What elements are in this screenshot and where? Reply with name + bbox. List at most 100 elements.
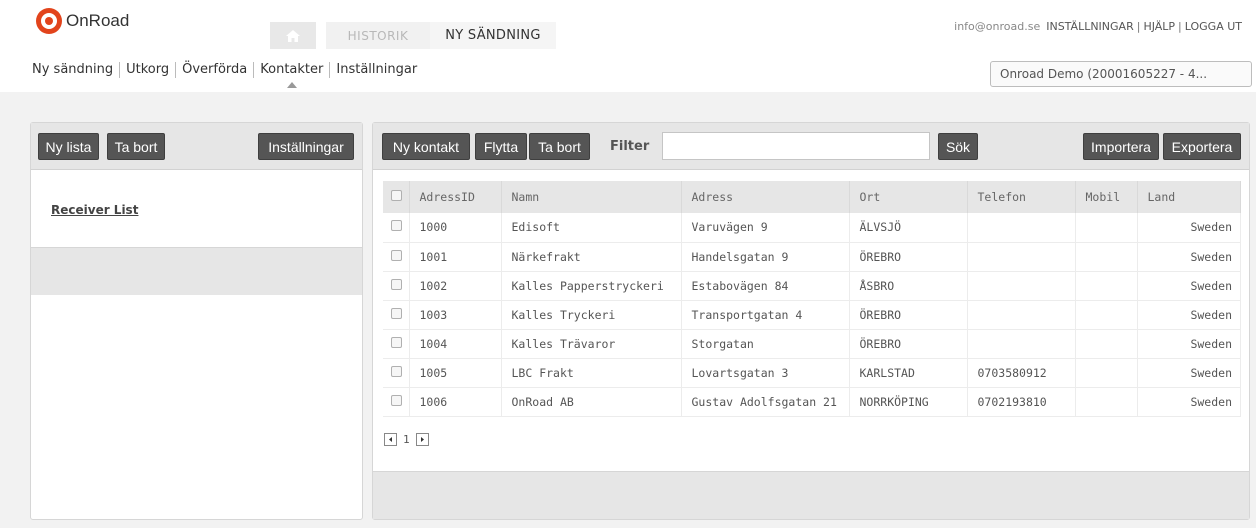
table-row[interactable]: 1004 Kalles Trävaror Storgatan ÖREBRO Sweden xyxy=(383,329,1241,358)
page-number: 1 xyxy=(403,433,410,446)
cell-telefon: 0703580912 xyxy=(967,358,1076,387)
cell-mobil xyxy=(1075,387,1138,416)
list-settings-button[interactable]: Inställningar xyxy=(258,133,354,160)
table-row[interactable]: 1003 Kalles Tryckeri Transportgatan 4 ÖREBR… xyxy=(383,300,1241,329)
col-namn[interactable]: Namn xyxy=(501,181,682,213)
contacts-table: AdressID Namn Adress Ort Telefon Mobil L… xyxy=(383,181,1241,417)
cell-adress: Estabovägen 84 xyxy=(681,271,850,300)
arrow-left-icon xyxy=(389,437,392,442)
cell-mobil xyxy=(1075,358,1138,387)
col-adressid[interactable]: AdressID xyxy=(409,181,502,213)
cell-land: Sweden xyxy=(1137,242,1241,271)
col-telefon[interactable]: Telefon xyxy=(967,181,1076,213)
cell-adressid: 1002 xyxy=(409,271,502,300)
onroad-logo-icon xyxy=(36,8,62,34)
col-mobil[interactable]: Mobil xyxy=(1075,181,1138,213)
row-checkbox[interactable] xyxy=(383,387,410,416)
next-page-button[interactable] xyxy=(415,433,429,446)
col-ort[interactable]: Ort xyxy=(849,181,968,213)
row-checkbox[interactable] xyxy=(383,242,410,271)
cell-land: Sweden xyxy=(1137,387,1241,416)
tab-ny-sandning[interactable]: NY SÄNDNING xyxy=(430,22,556,49)
cell-ort: NORRKÖPING xyxy=(849,387,968,416)
contacts-panel: Ny kontakt Flytta Ta bort Filter Sök Imp… xyxy=(372,122,1250,520)
row-checkbox[interactable] xyxy=(383,271,410,300)
table-row[interactable]: 1002 Kalles Papperstryckeri Estabovägen 84… xyxy=(383,271,1241,300)
table-header-row: AdressID Namn Adress Ort Telefon Mobil L… xyxy=(383,181,1241,213)
checkbox-icon xyxy=(391,249,402,261)
cell-mobil xyxy=(1075,300,1138,329)
lists-toolbar: Ny lista Ta bort Inställningar xyxy=(31,123,362,170)
table-row[interactable]: 1000 Edisoft Varuvägen 9 ÄLVSJÖ Sweden xyxy=(383,213,1241,242)
subnav-ny-sandning[interactable]: Ny sändning xyxy=(32,62,121,78)
cell-land: Sweden xyxy=(1137,271,1241,300)
onroad-logo[interactable]: OnRoad xyxy=(36,8,129,34)
select-all-checkbox[interactable] xyxy=(383,181,410,213)
row-checkbox[interactable] xyxy=(383,329,410,358)
subnav-overforda[interactable]: Överförda xyxy=(176,62,255,78)
prev-page-button[interactable] xyxy=(384,433,397,446)
cell-namn: Närkefrakt xyxy=(501,242,682,271)
cell-telefon xyxy=(967,329,1076,358)
header: OnRoad HISTORIK NY SÄNDNING info@onroad.… xyxy=(0,0,1256,92)
arrow-right-icon xyxy=(420,437,424,442)
cell-land: Sweden xyxy=(1137,213,1241,242)
tab-historik[interactable]: HISTORIK xyxy=(326,22,430,49)
search-button[interactable]: Sök xyxy=(938,133,978,160)
active-caret-icon xyxy=(286,82,297,88)
col-adress[interactable]: Adress xyxy=(681,181,850,213)
move-button[interactable]: Flytta xyxy=(475,133,527,160)
cell-mobil xyxy=(1075,329,1138,358)
new-list-button[interactable]: Ny lista xyxy=(38,133,99,160)
cell-namn: Kalles Tryckeri xyxy=(501,300,682,329)
table-row[interactable]: 1006 OnRoad AB Gustav Adolfsgatan 21 NORRKÖ… xyxy=(383,387,1241,416)
cell-land: Sweden xyxy=(1137,358,1241,387)
cell-ort: KARLSTAD xyxy=(849,358,968,387)
delete-contact-button[interactable]: Ta bort xyxy=(529,133,590,160)
cell-adress: Lovartsgatan 3 xyxy=(681,358,850,387)
cell-mobil xyxy=(1075,213,1138,242)
cell-adress: Handelsgatan 9 xyxy=(681,242,850,271)
top-links: info@onroad.se INSTÄLLNINGAR | HJÄLP | L… xyxy=(954,20,1242,33)
row-checkbox[interactable] xyxy=(383,300,410,329)
cell-adress: Storgatan xyxy=(681,329,850,358)
cell-ort: ÖREBRO xyxy=(849,242,968,271)
cell-mobil xyxy=(1075,271,1138,300)
cell-mobil xyxy=(1075,242,1138,271)
tab-home[interactable] xyxy=(270,22,316,49)
cell-land: Sweden xyxy=(1137,300,1241,329)
subnav-kontakter[interactable]: Kontakter xyxy=(254,62,331,88)
export-button[interactable]: Exportera xyxy=(1163,133,1241,160)
cell-adress: Gustav Adolfsgatan 21 xyxy=(681,387,850,416)
cell-namn: Kalles Trävaror xyxy=(501,329,682,358)
help-link[interactable]: HJÄLP xyxy=(1143,20,1175,33)
new-contact-button[interactable]: Ny kontakt xyxy=(382,133,470,160)
account-select[interactable]: Onroad Demo (20001605227 - 4... xyxy=(990,61,1252,87)
cell-adressid: 1005 xyxy=(409,358,502,387)
checkbox-icon xyxy=(391,394,402,406)
row-checkbox[interactable] xyxy=(383,358,410,387)
home-icon xyxy=(286,29,300,42)
table-row[interactable]: 1005 LBC Frakt Lovartsgatan 3 KARLSTAD 07035… xyxy=(383,358,1241,387)
row-checkbox[interactable] xyxy=(383,213,410,242)
cell-telefon xyxy=(967,300,1076,329)
settings-link[interactable]: INSTÄLLNINGAR xyxy=(1046,20,1134,33)
lists-panel: Ny lista Ta bort Inställningar Receiver … xyxy=(30,122,363,520)
cell-adressid: 1003 xyxy=(409,300,502,329)
delete-list-button[interactable]: Ta bort xyxy=(107,133,165,160)
pager: 1 xyxy=(384,433,429,446)
table-row[interactable]: 1001 Närkefrakt Handelsgatan 9 ÖREBRO Sweden xyxy=(383,242,1241,271)
cell-land: Sweden xyxy=(1137,329,1241,358)
col-land[interactable]: Land xyxy=(1137,181,1241,213)
subnav-installningar[interactable]: Inställningar xyxy=(330,62,423,78)
filter-input[interactable] xyxy=(662,132,930,160)
brand-name: OnRoad xyxy=(66,11,130,30)
import-button[interactable]: Importera xyxy=(1083,133,1159,160)
cell-ort: ÖREBRO xyxy=(849,300,968,329)
cell-adress: Varuvägen 9 xyxy=(681,213,850,242)
logout-link[interactable]: LOGGA UT xyxy=(1185,20,1242,33)
cell-telefon xyxy=(967,242,1076,271)
subnav-utkorg[interactable]: Utkorg xyxy=(120,62,177,78)
receiver-list-link[interactable]: Receiver List xyxy=(51,203,138,217)
filter-label: Filter xyxy=(610,139,650,154)
